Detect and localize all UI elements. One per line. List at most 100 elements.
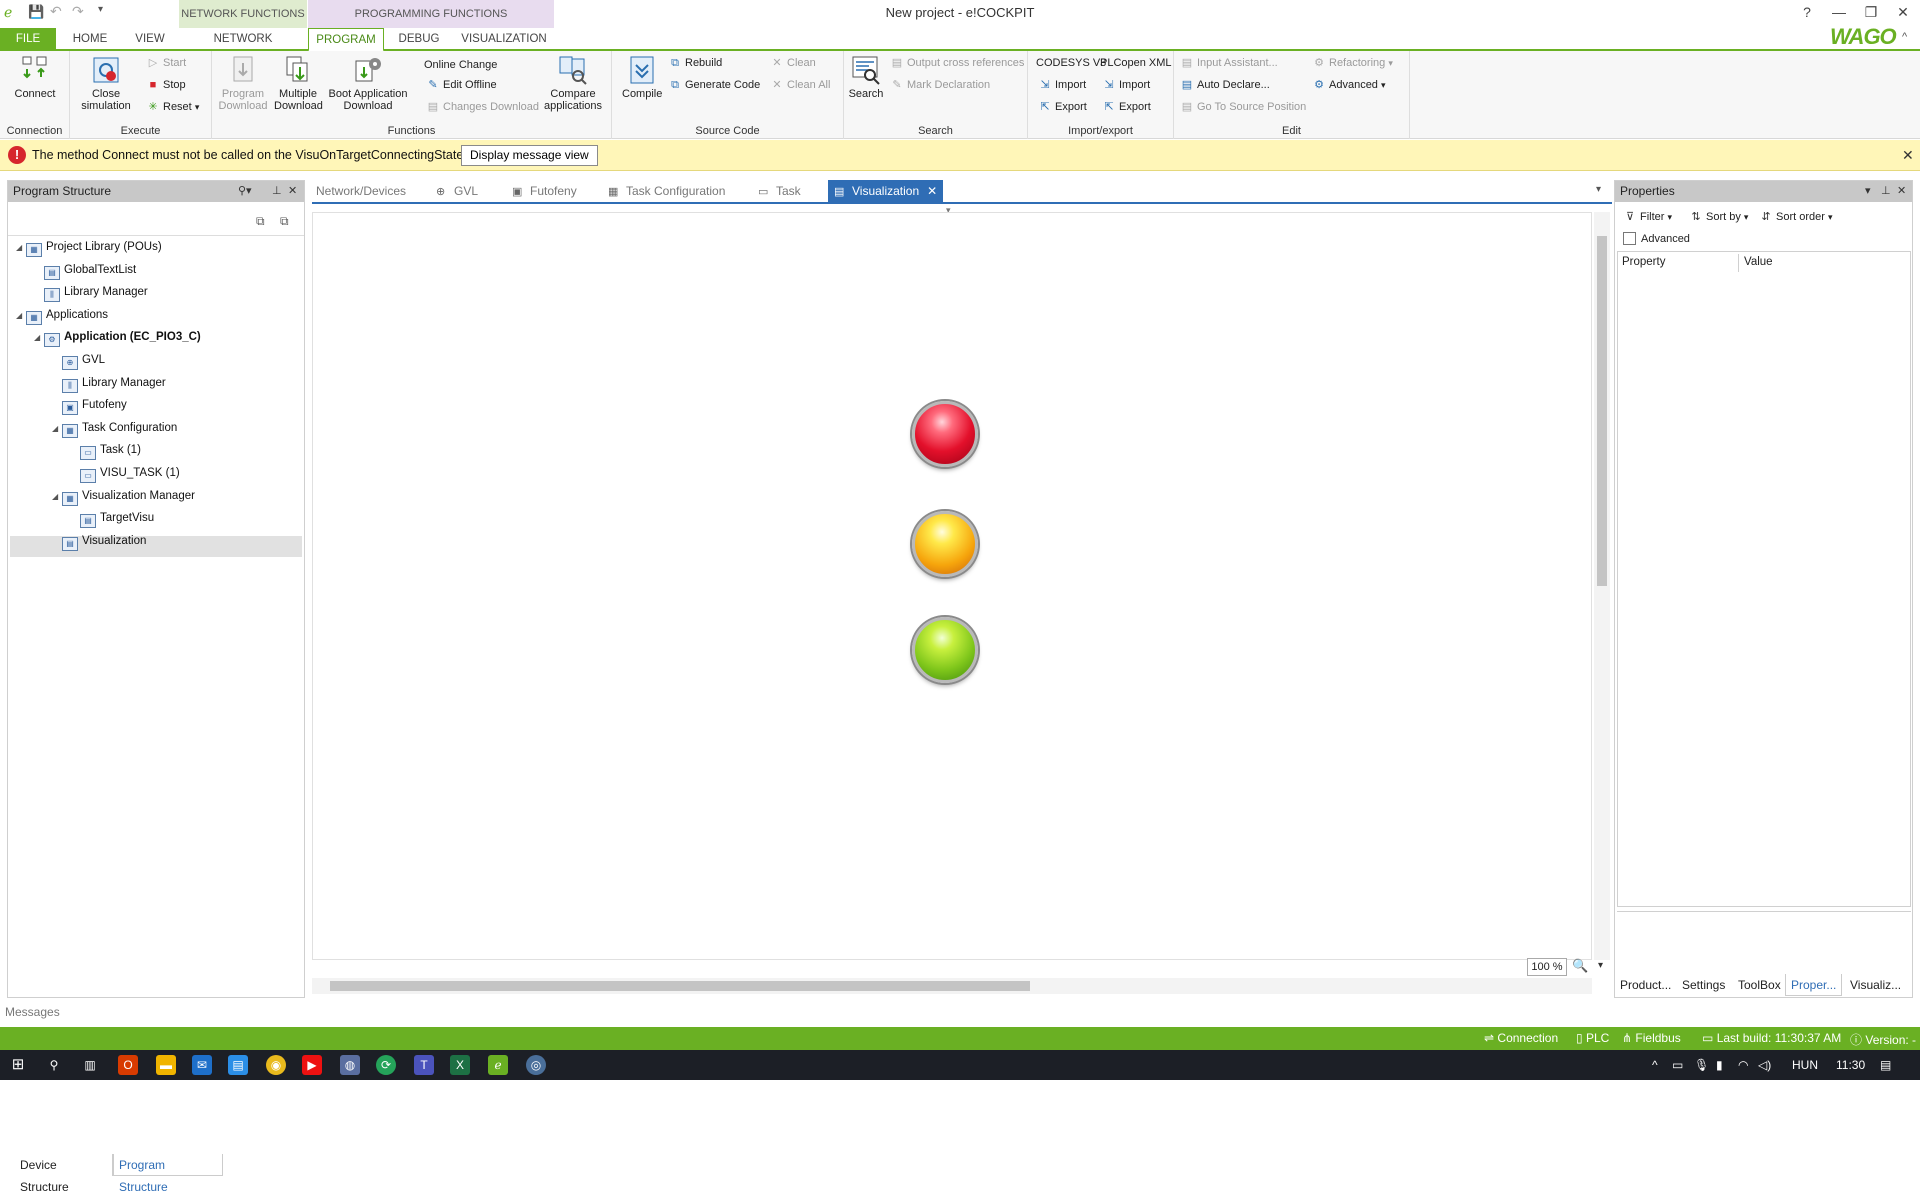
tab-network-devices[interactable]: Network/Devices <box>316 180 406 202</box>
stop-button[interactable]: ■ Stop <box>146 77 186 93</box>
tab-toolbox[interactable]: ToolBox <box>1733 974 1786 996</box>
reset-button[interactable]: ✳ Reset ▾ <box>146 99 199 115</box>
codesys-export-button[interactable]: ⇱ Export <box>1038 99 1086 115</box>
close-icon[interactable]: ✕ <box>288 181 297 202</box>
microphone-icon[interactable]: 🎙 <box>1694 1058 1709 1072</box>
tree-item[interactable]: ▭ Task (1) <box>70 440 141 461</box>
expand-arrow-icon[interactable]: ◢ <box>16 238 26 258</box>
tab-visualization-doc[interactable]: ▤ Visualization ✕ <box>828 180 944 202</box>
youtube-icon[interactable]: ▶ <box>302 1055 322 1075</box>
boot-application-download-button[interactable]: Boot Application Download <box>328 55 408 112</box>
input-assistant-button[interactable]: ▤ Input Assistant... <box>1180 55 1278 71</box>
sort-order-button[interactable]: ⇵ Sort order ▾ <box>1759 209 1832 225</box>
plc-status[interactable]: ▯ PLC <box>1576 1031 1609 1045</box>
display-message-view-button[interactable]: Display message view <box>461 145 598 166</box>
tree-item[interactable]: ◢ ⚙ Application (EC_PIO3_C) <box>34 327 201 348</box>
search-icon[interactable]: ⚲ <box>44 1055 64 1075</box>
edit-offline-button[interactable]: ✎ Edit Offline <box>426 77 496 93</box>
pin-icon[interactable]: ⊥ <box>1881 181 1891 202</box>
minimize-button[interactable]: — <box>1828 4 1850 20</box>
tree-item[interactable]: ▤ TargetVisu <box>70 508 154 529</box>
tab-file[interactable]: FILE <box>0 28 56 50</box>
tab-home[interactable]: HOME <box>56 28 124 50</box>
tab-program-structure[interactable]: Program Structure <box>113 1154 223 1194</box>
panel-dropdown-icon[interactable]: ▾ <box>1865 181 1871 202</box>
task-view-icon[interactable]: ▥ <box>80 1055 100 1075</box>
undo-icon[interactable]: ↶ <box>50 3 62 20</box>
tab-device-structure[interactable]: Device Structure <box>15 1154 113 1194</box>
tab-debug[interactable]: DEBUG <box>384 28 454 50</box>
auto-declare-button[interactable]: ▤ Auto Declare... <box>1180 77 1270 93</box>
tree-item[interactable]: ⫼ Library Manager <box>34 282 148 303</box>
red-lamp[interactable] <box>912 401 978 467</box>
discord-icon[interactable]: ◍ <box>340 1055 360 1075</box>
chrome-icon[interactable]: ◉ <box>266 1055 286 1075</box>
windows-start-icon[interactable]: ⊞ <box>8 1055 28 1075</box>
zoom-dropdown-icon[interactable]: ▾ <box>1598 960 1603 971</box>
output-cross-references-button[interactable]: ▤ Output cross references <box>890 55 1025 71</box>
close-button[interactable]: ✕ <box>1892 4 1914 21</box>
horizontal-scrollbar[interactable] <box>312 978 1592 994</box>
tree-item[interactable]: ▤ Visualization <box>52 531 146 551</box>
visualization-canvas[interactable] <box>312 212 1592 960</box>
plcopen-import-button[interactable]: ⇲ Import <box>1102 77 1150 93</box>
tab-properties[interactable]: Proper... <box>1785 974 1843 996</box>
maximize-button[interactable]: ❐ <box>1860 4 1882 21</box>
office-icon[interactable]: O <box>118 1055 138 1075</box>
fieldbus-status[interactable]: ⋔ Fieldbus <box>1622 1031 1681 1045</box>
collapse-ribbon-icon[interactable]: ^ <box>1902 31 1907 43</box>
close-message-icon[interactable]: ✕ <box>1902 147 1914 164</box>
connect-button[interactable]: Connect <box>6 55 64 100</box>
changes-download-button[interactable]: ▤ Changes Download <box>426 99 539 115</box>
clean-all-button[interactable]: ✕ Clean All <box>770 77 830 93</box>
tab-view[interactable]: VIEW <box>124 28 176 50</box>
advanced-checkbox[interactable] <box>1623 232 1636 245</box>
pin-icon[interactable]: ⊥ <box>272 181 282 202</box>
close-tab-icon[interactable]: ✕ <box>927 184 937 198</box>
tree-item[interactable]: ◢ ▦ Project Library (POUs) <box>16 237 162 257</box>
mail-icon[interactable]: ✉ <box>192 1055 212 1075</box>
multiple-download-button[interactable]: Multiple Download <box>274 55 323 112</box>
tab-task-configuration[interactable]: ▦ Task Configuration <box>608 180 725 202</box>
tab-product[interactable]: Product... <box>1615 974 1676 996</box>
tree-item[interactable]: ◢ ▦ Visualization Manager <box>52 486 195 506</box>
property-grid[interactable]: Property Value <box>1617 251 1911 907</box>
search-button[interactable]: Search <box>846 55 886 100</box>
close-icon[interactable]: ✕ <box>1897 181 1906 202</box>
online-change-button[interactable]: Online Change <box>424 57 497 73</box>
tree-item[interactable]: ◢ ▦ Task Configuration <box>52 418 177 438</box>
tree-item[interactable]: ⊕ GVL <box>52 350 105 370</box>
help-button[interactable]: ? <box>1796 4 1818 20</box>
tab-visualiz[interactable]: Visualiz... <box>1845 974 1906 996</box>
go-to-source-position-button[interactable]: ▤ Go To Source Position <box>1180 99 1306 115</box>
expand-arrow-icon[interactable]: ◢ <box>34 328 44 348</box>
clean-button[interactable]: ✕ Clean <box>770 55 815 71</box>
file-explorer-icon[interactable]: ▬ <box>156 1055 176 1075</box>
tab-list-dropdown-icon[interactable]: ▾ <box>1596 184 1601 195</box>
last-build-status[interactable]: ▭ Last build: 11:30:37 AM <box>1702 1031 1841 1045</box>
plcopen-export-button[interactable]: ⇱ Export <box>1102 99 1150 115</box>
version-status[interactable]: ⓘ Version: - <box>1850 1031 1916 1048</box>
tab-gvl[interactable]: ⊕ GVL <box>436 180 478 202</box>
tab-task[interactable]: ▭ Task <box>758 180 801 202</box>
compile-button[interactable]: Compile <box>622 55 662 100</box>
zoom-level[interactable]: 100 % <box>1527 958 1567 976</box>
app-green-icon[interactable]: ⟳ <box>376 1055 396 1075</box>
compare-applications-button[interactable]: Compare applications <box>540 55 606 112</box>
close-simulation-button[interactable]: Close simulation <box>78 55 134 112</box>
quick-access-dropdown-icon[interactable]: ▾ <box>98 4 103 15</box>
ecockpit-icon[interactable]: ℯ <box>488 1055 508 1075</box>
tab-visualization[interactable]: VISUALIZATION <box>454 28 554 50</box>
horizontal-scroll-thumb[interactable] <box>330 981 1030 991</box>
tab-program[interactable]: PROGRAM <box>308 28 384 52</box>
tray-device-icon[interactable]: ▭ <box>1672 1058 1683 1072</box>
expand-arrow-icon[interactable]: ◢ <box>16 306 26 326</box>
yellow-lamp[interactable] <box>912 511 978 577</box>
program-download-button[interactable]: Program Download <box>218 55 268 112</box>
language-indicator[interactable]: HUN <box>1792 1058 1818 1072</box>
expand-arrow-icon[interactable]: ◢ <box>52 419 62 439</box>
vertical-scroll-thumb[interactable] <box>1597 236 1607 586</box>
expand-all-icon[interactable]: ⧉ <box>256 214 265 229</box>
codesys-import-button[interactable]: ⇲ Import <box>1038 77 1086 93</box>
filter-button[interactable]: ⊽ Filter ▾ <box>1623 209 1672 225</box>
